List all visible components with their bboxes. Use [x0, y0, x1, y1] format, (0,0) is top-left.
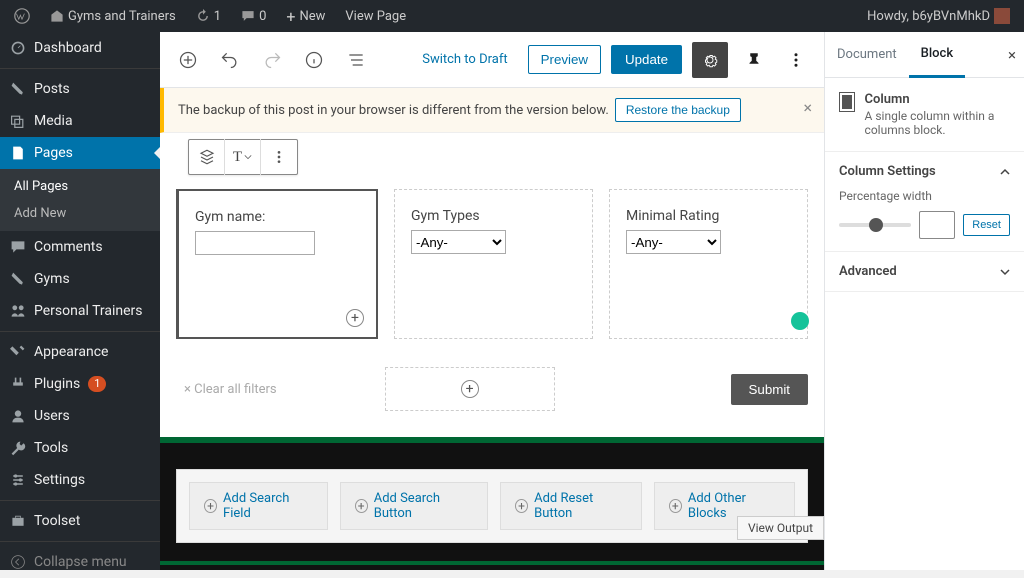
autosave-notice: The backup of this post in your browser …: [160, 88, 824, 133]
sidebar-item-comments[interactable]: Comments: [0, 231, 160, 263]
undo-button[interactable]: [214, 44, 246, 76]
admin-sidebar: Dashboard Posts Media Pages All Pages Ad…: [0, 32, 160, 570]
site-name: Gyms and Trainers: [68, 9, 176, 24]
percentage-width-label: Percentage width: [839, 189, 1010, 203]
editor-canvas: T Gym name: + Gym Types -Any- Minimal Ra…: [160, 133, 824, 570]
block-toolbar: T: [188, 139, 298, 175]
notice-text: The backup of this post in your browser …: [178, 103, 609, 118]
sidebar-subitem-add-new[interactable]: Add New: [0, 200, 160, 227]
comments-link[interactable]: 0: [235, 0, 272, 32]
columns-row: Gym name: + Gym Types -Any- Minimal Rati…: [176, 189, 808, 339]
sidebar-item-appearance[interactable]: Appearance: [0, 336, 160, 368]
sidebar-item-media[interactable]: Media: [0, 105, 160, 137]
percentage-width-slider[interactable]: [839, 223, 911, 227]
site-link[interactable]: Gyms and Trainers: [44, 0, 182, 32]
submit-button[interactable]: Submit: [731, 374, 808, 405]
redo-button[interactable]: [256, 44, 288, 76]
close-inspector-button[interactable]: ×: [1008, 46, 1016, 64]
advanced-toggle[interactable]: Advanced: [839, 264, 1010, 279]
sidebar-item-trainers[interactable]: Personal Trainers: [0, 295, 160, 327]
sidebar-item-plugins[interactable]: Plugins1: [0, 368, 160, 400]
tab-block[interactable]: Block: [909, 32, 965, 78]
block-description: A single column within a columns block.: [865, 109, 1010, 137]
plus-icon: +: [461, 380, 479, 398]
gym-name-label: Gym name:: [195, 209, 360, 225]
chevron-up-icon: [1000, 167, 1010, 177]
search-toolbar-row: +Add Search Field +Add Search Button +Ad…: [176, 469, 808, 543]
plugins-badge: 1: [88, 376, 106, 392]
switch-to-draft-link[interactable]: Switch to Draft: [412, 46, 517, 73]
admin-bar: Gyms and Trainers 1 0 +New View Page How…: [0, 0, 1024, 32]
column-settings-panel: Column Settings Percentage width Reset: [825, 152, 1024, 252]
update-button[interactable]: Update: [611, 45, 682, 74]
sidebar-item-dashboard[interactable]: Dashboard: [0, 32, 160, 64]
more-menu-button[interactable]: [780, 44, 812, 76]
column-settings-toggle[interactable]: Column Settings: [839, 164, 1010, 179]
sidebar-item-gyms[interactable]: Gyms: [0, 263, 160, 295]
empty-placeholder[interactable]: +: [385, 367, 555, 411]
pages-submenu: All Pages Add New: [0, 169, 160, 231]
sidebar-collapse[interactable]: Collapse menu: [0, 546, 160, 578]
sidebar-item-toolset[interactable]: Toolset: [0, 505, 160, 537]
restore-backup-button[interactable]: Restore the backup: [615, 98, 741, 122]
dismiss-notice-button[interactable]: ×: [803, 98, 812, 117]
filter-actions-row: × Clear all filters + Submit: [176, 367, 808, 411]
inspector-tabs: Document Block ×: [825, 32, 1024, 78]
sidebar-item-pages[interactable]: Pages: [0, 137, 160, 169]
block-title: Column: [865, 92, 1010, 107]
view-page-link[interactable]: View Page: [339, 0, 412, 32]
percentage-width-input[interactable]: [919, 211, 955, 239]
sidebar-subitem-all-pages[interactable]: All Pages: [0, 173, 160, 200]
new-link[interactable]: +New: [280, 0, 331, 32]
tab-document[interactable]: Document: [825, 32, 909, 78]
howdy-account[interactable]: Howdy, b6yBVnMhkD: [861, 0, 1016, 32]
add-search-button-button[interactable]: +Add Search Button: [340, 482, 488, 530]
block-more-button[interactable]: [261, 139, 297, 175]
block-type-icon[interactable]: [189, 139, 225, 175]
outline-button[interactable]: [340, 44, 372, 76]
chevron-down-icon: [1000, 267, 1010, 277]
sidebar-item-posts[interactable]: Posts: [0, 73, 160, 105]
block-inspector: Document Block × Column A single column …: [824, 32, 1024, 570]
min-rating-select[interactable]: -Any-: [626, 230, 721, 254]
settings-toggle[interactable]: [692, 42, 728, 78]
info-button[interactable]: [298, 44, 330, 76]
pinned-items-button[interactable]: [738, 44, 770, 76]
add-search-field-button[interactable]: +Add Search Field: [189, 482, 328, 530]
column-icon: [839, 92, 855, 112]
preview-button[interactable]: Preview: [528, 45, 601, 74]
gym-types-label: Gym Types: [411, 208, 576, 224]
sidebar-item-users[interactable]: Users: [0, 400, 160, 432]
advanced-panel: Advanced: [825, 252, 1024, 292]
reset-button[interactable]: Reset: [963, 214, 1010, 236]
grammarly-icon: [791, 312, 809, 330]
updates-link[interactable]: 1: [190, 0, 227, 32]
appender-button[interactable]: +: [346, 309, 364, 327]
gym-types-select[interactable]: -Any-: [411, 230, 506, 254]
column-min-rating[interactable]: Minimal Rating -Any-: [609, 189, 808, 339]
sidebar-item-tools[interactable]: Tools: [0, 432, 160, 464]
add-block-button[interactable]: [172, 44, 204, 76]
view-output-tab[interactable]: View Output: [737, 516, 824, 540]
column-gym-name[interactable]: Gym name: +: [176, 189, 378, 339]
avatar: [994, 8, 1010, 24]
block-card: Column A single column within a columns …: [825, 78, 1024, 152]
sidebar-item-settings[interactable]: Settings: [0, 464, 160, 496]
clear-filters-link[interactable]: × Clear all filters: [176, 382, 277, 397]
gym-name-input[interactable]: [195, 231, 315, 255]
wp-logo[interactable]: [8, 0, 36, 32]
editor-top-toolbar: Switch to Draft Preview Update: [160, 32, 824, 88]
min-rating-label: Minimal Rating: [626, 208, 791, 224]
add-reset-button-button[interactable]: +Add Reset Button: [500, 482, 642, 530]
text-align-button[interactable]: T: [225, 139, 261, 175]
column-gym-types[interactable]: Gym Types -Any-: [394, 189, 593, 339]
